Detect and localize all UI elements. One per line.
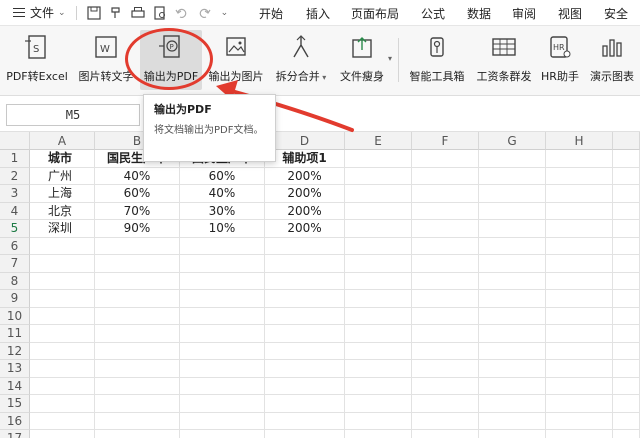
annotation-arrow (216, 80, 354, 132)
export-pdf-tooltip: 输出为PDF 将文档输出为PDF文档。 (143, 94, 276, 162)
tooltip-title: 输出为PDF (154, 103, 212, 116)
tooltip-body: 将文档输出为PDF文档。 (154, 125, 264, 136)
